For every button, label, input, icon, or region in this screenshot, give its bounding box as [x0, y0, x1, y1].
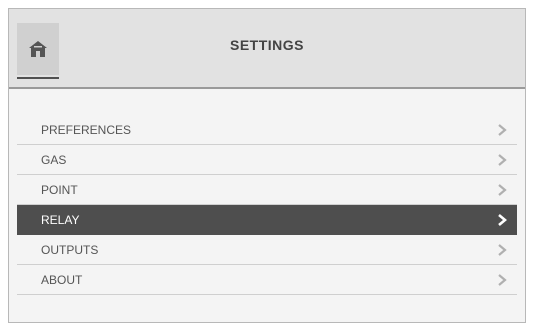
settings-screen: SETTINGS PREFERENCES GAS POINT RELAY OUT…	[8, 8, 526, 323]
menu-item-about[interactable]: ABOUT	[17, 265, 517, 295]
header-bar: SETTINGS	[9, 9, 525, 89]
menu-item-gas[interactable]: GAS	[17, 145, 517, 175]
chevron-right-icon	[497, 273, 507, 287]
settings-menu: PREFERENCES GAS POINT RELAY OUTPUTS ABOU…	[17, 115, 517, 295]
menu-item-outputs[interactable]: OUTPUTS	[17, 235, 517, 265]
menu-item-label: ABOUT	[41, 272, 83, 287]
chevron-right-icon	[497, 153, 507, 167]
chevron-right-icon	[497, 213, 507, 227]
menu-item-label: PREFERENCES	[41, 122, 132, 137]
chevron-right-icon	[497, 183, 507, 197]
menu-item-label: RELAY	[41, 212, 80, 227]
page-title: SETTINGS	[229, 37, 304, 53]
menu-item-point[interactable]: POINT	[17, 175, 517, 205]
menu-item-label: OUTPUTS	[41, 242, 99, 257]
chevron-right-icon	[497, 123, 507, 137]
menu-item-label: POINT	[41, 182, 78, 197]
menu-item-label: GAS	[41, 152, 67, 167]
menu-item-relay[interactable]: RELAY	[17, 205, 517, 235]
chevron-right-icon	[497, 243, 507, 257]
menu-item-preferences[interactable]: PREFERENCES	[17, 115, 517, 145]
